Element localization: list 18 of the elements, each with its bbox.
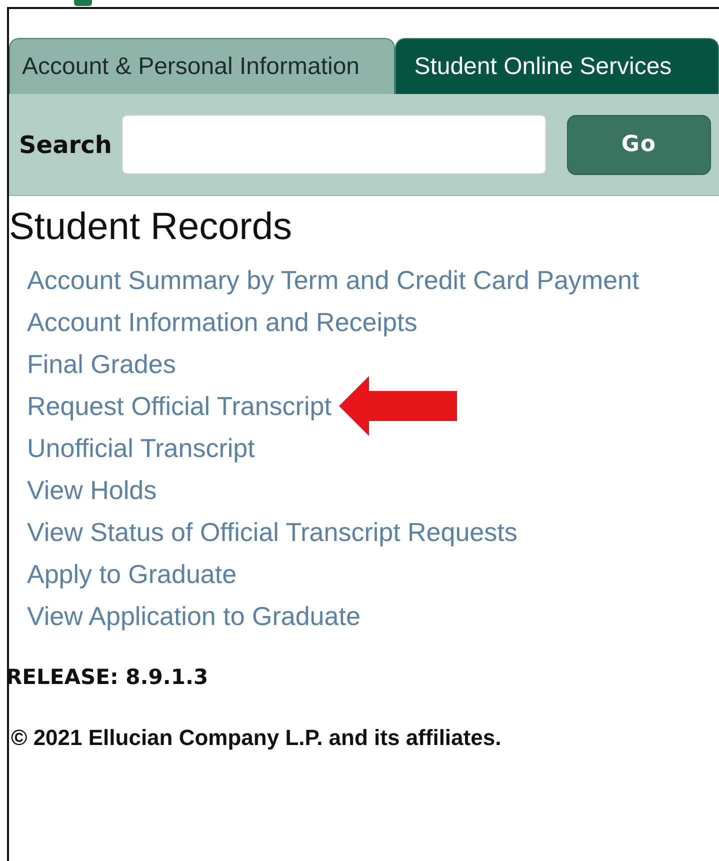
- copyright-text: © 2021 Ellucian Company L.P. and its affiliates.: [11, 725, 502, 751]
- tab[interactable]: Student Online Services: [395, 38, 719, 94]
- menu-link[interactable]: Account Summary by Term and Credit Card Payment: [27, 264, 640, 296]
- search-field[interactable]: [122, 115, 546, 174]
- menu-link[interactable]: View Status of Official Transcript Requests: [27, 516, 518, 548]
- menu-link[interactable]: View Holds: [27, 474, 157, 506]
- menu-link[interactable]: Apply to Graduate: [27, 558, 237, 590]
- menu-link[interactable]: Request Official Transcript: [27, 390, 332, 422]
- menu-link[interactable]: Account Information and Receipts: [27, 306, 418, 338]
- release-text: RELEASE: 8.9.1.3: [6, 665, 210, 689]
- menu-link[interactable]: View Application to Graduate: [27, 600, 360, 632]
- menu-link[interactable]: Unofficial Transcript: [27, 432, 255, 464]
- tab[interactable]: Account & Personal Information: [9, 38, 396, 94]
- search-label: Search: [19, 130, 112, 158]
- menu-link[interactable]: Final Grades: [27, 348, 176, 380]
- go-button[interactable]: Go: [566, 114, 711, 174]
- logo-mark: [74, 0, 92, 6]
- page-heading: Student Records: [9, 206, 294, 249]
